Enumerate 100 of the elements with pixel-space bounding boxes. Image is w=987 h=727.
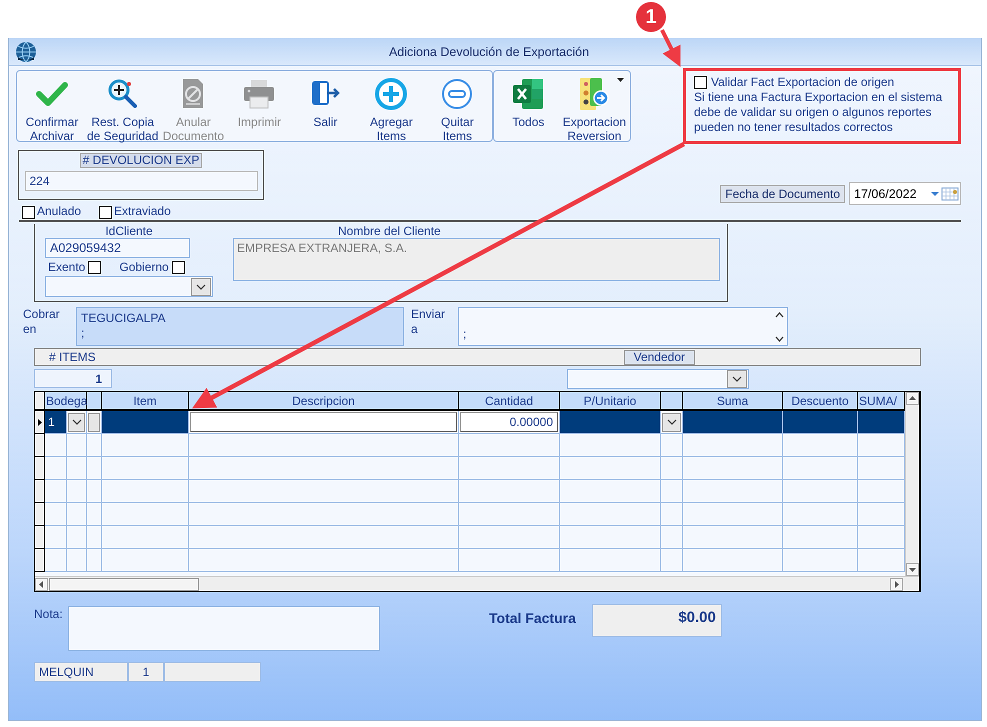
caret-icon[interactable] xyxy=(617,78,624,82)
document-number-field[interactable]: 224 xyxy=(24,171,258,191)
column-header[interactable] xyxy=(661,392,683,411)
triangle-arrow-icon xyxy=(909,566,916,573)
note-field[interactable] xyxy=(68,606,380,651)
table-cell xyxy=(45,549,67,572)
column-header[interactable] xyxy=(87,392,102,411)
table-cell xyxy=(87,549,102,572)
checkbox-label: Gobierno xyxy=(119,260,169,274)
table-cell xyxy=(87,526,102,549)
row-header[interactable] xyxy=(35,526,45,549)
row-header[interactable] xyxy=(35,480,45,503)
table-cell xyxy=(661,480,683,503)
column-header[interactable]: Item xyxy=(102,392,189,411)
table-cell xyxy=(45,434,67,457)
calendar-icon[interactable] xyxy=(930,186,960,200)
total-field: $0.00 xyxy=(592,604,722,637)
vendor-label: Vendedor xyxy=(624,350,695,364)
globe-icon xyxy=(15,40,37,62)
scroll-button[interactable] xyxy=(906,392,919,405)
table-cell xyxy=(67,480,87,503)
vertical-scrollbar[interactable] xyxy=(905,392,919,576)
table-cell xyxy=(661,526,683,549)
column-header[interactable]: SUMA/ xyxy=(858,392,905,411)
current-row-icon xyxy=(38,418,42,426)
client-id-label: IdCliente xyxy=(104,224,154,238)
client-name-label: Nombre del Cliente xyxy=(337,224,442,238)
toolbar-button[interactable]: Quitar Items xyxy=(424,71,490,141)
row-header[interactable] xyxy=(35,503,45,526)
table-cell xyxy=(67,549,87,572)
column-header[interactable]: Descripcion xyxy=(189,392,459,411)
total-label: Total Factura xyxy=(489,610,576,626)
checkbox-label: Anulado xyxy=(37,204,82,218)
table-cell xyxy=(45,480,67,503)
table-cell: 1 xyxy=(45,411,67,434)
checkbox[interactable] xyxy=(88,261,102,274)
note-label: Nota: xyxy=(34,607,64,621)
column-header[interactable]: Cantidad xyxy=(459,392,560,411)
checkbox[interactable] xyxy=(172,261,185,274)
table-cell xyxy=(67,526,87,549)
table-cell xyxy=(661,503,683,526)
client-name-field[interactable]: EMPRESA EXTRANJERA, S.A. xyxy=(233,238,720,281)
toolbar-button[interactable]: Exportacion Reversion xyxy=(562,71,628,141)
scroll-arrows-icon[interactable] xyxy=(775,311,784,343)
scroll-button[interactable] xyxy=(906,563,919,576)
table-cell xyxy=(67,503,87,526)
scroll-button[interactable] xyxy=(890,578,903,590)
table-cell xyxy=(45,526,67,549)
triangle-arrow-icon xyxy=(38,580,45,588)
checkbox-label: Validar Fact Exportacion de origen xyxy=(711,75,894,89)
column-header[interactable]: P/Unitario xyxy=(560,392,661,411)
horizontal-scrollbar[interactable] xyxy=(35,576,919,591)
quantity-input[interactable]: 0.00000 xyxy=(460,412,558,432)
shipping-address-field[interactable]: ; xyxy=(458,307,788,346)
shipping-label: Enviar a xyxy=(411,307,446,338)
table-cell xyxy=(858,411,905,434)
annotation-arrow xyxy=(660,29,680,67)
warning-note: Si tiene una Factura Exportacion en el sistema debe de validar su origen o algunos reportes pueden no tener resultados correctos xyxy=(694,90,944,135)
checkbox-label: Exento xyxy=(48,260,86,274)
table-cell xyxy=(87,480,102,503)
table-cell xyxy=(45,503,67,526)
table-cell xyxy=(87,457,102,480)
date-field[interactable]: 17/06/2022 xyxy=(849,182,961,205)
toolbar-button[interactable]: Salir xyxy=(292,71,358,141)
scrollbar-thumb[interactable] xyxy=(49,578,199,590)
table-cell xyxy=(87,503,102,526)
date-label: Fecha de Documento xyxy=(720,184,845,202)
annotation-badge: 1 xyxy=(636,2,666,32)
checkbox-label: Extraviado xyxy=(114,204,171,218)
toolbar-button[interactable]: Rest. Copia de Seguridad xyxy=(85,71,160,141)
checkbox[interactable] xyxy=(694,76,707,90)
billing-address-field[interactable]: TEGUCIGALPA ; xyxy=(76,307,404,346)
column-header[interactable]: Descuento xyxy=(783,392,858,411)
toolbar-button[interactable]: Todos xyxy=(496,71,562,141)
triangle-arrow-icon xyxy=(893,580,900,588)
status-field: 1 xyxy=(128,662,164,682)
window-title: Adiciona Devolución de Exportación xyxy=(388,44,590,58)
row-marker[interactable] xyxy=(35,411,45,434)
table-cell xyxy=(45,457,67,480)
checkbox[interactable] xyxy=(22,206,35,219)
table-cell xyxy=(661,549,683,572)
row-header[interactable] xyxy=(35,457,45,480)
table-cell xyxy=(661,457,683,480)
plus-circle-icon xyxy=(373,76,410,112)
scroll-button[interactable] xyxy=(35,578,48,590)
items-count-field: 1 xyxy=(34,369,112,388)
row-header[interactable] xyxy=(35,549,45,572)
toolbar-button[interactable]: Confirmar Archivar xyxy=(19,71,85,141)
status-field: MELQUIN xyxy=(34,662,128,682)
document-number-label: # DEVOLUCION EXP xyxy=(80,153,202,168)
toolbar-button[interactable]: Agregar Items xyxy=(358,71,424,141)
billing-label: Cobrar en xyxy=(23,307,61,338)
checkbox[interactable] xyxy=(99,206,112,219)
column-header[interactable]: Suma xyxy=(683,392,783,411)
client-id-field[interactable]: A029059432 xyxy=(45,238,190,258)
dropdown-field[interactable] xyxy=(45,276,213,297)
items-label: # ITEMS xyxy=(49,350,96,364)
table-cell xyxy=(67,457,87,480)
triangle-arrow-icon xyxy=(909,395,916,402)
row-header[interactable] xyxy=(35,434,45,457)
